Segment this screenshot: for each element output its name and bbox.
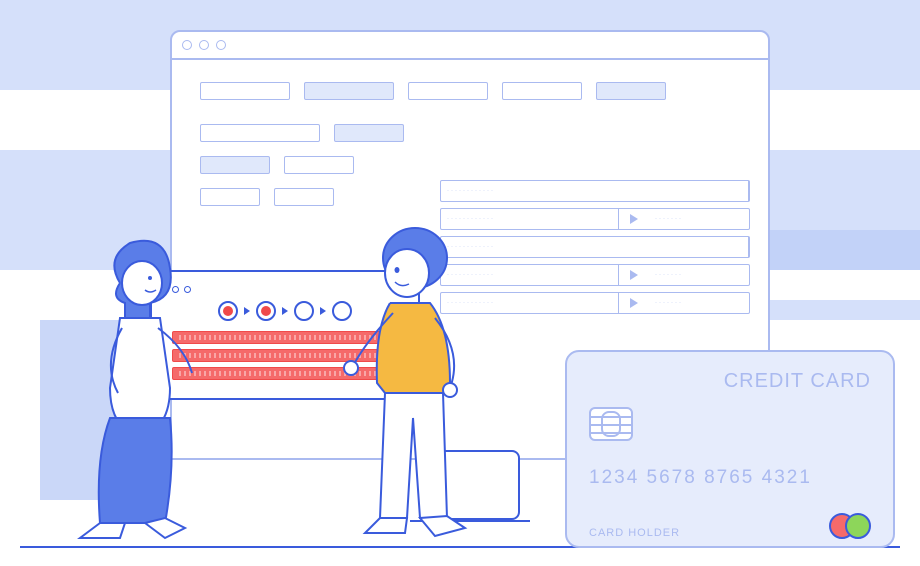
credit-card: CREDIT CARD 1234 5678 8765 4321 CARD HOL… bbox=[565, 350, 895, 548]
traffic-light-icon bbox=[216, 40, 226, 50]
play-icon bbox=[619, 214, 649, 224]
step-circle bbox=[294, 301, 314, 321]
traffic-light-icon bbox=[199, 40, 209, 50]
traffic-light-icon bbox=[182, 40, 192, 50]
chevron-right-icon bbox=[282, 307, 288, 315]
card-brand-icon bbox=[829, 513, 871, 539]
bg-shape bbox=[760, 230, 920, 270]
play-icon bbox=[619, 270, 649, 280]
step-circle bbox=[218, 301, 238, 321]
person-illustration bbox=[335, 218, 495, 548]
person-illustration bbox=[70, 228, 210, 548]
step-circle bbox=[256, 301, 276, 321]
card-title: CREDIT CARD bbox=[589, 370, 871, 393]
card-holder-label: CARD HOLDER bbox=[589, 527, 680, 539]
browser-titlebar bbox=[172, 32, 768, 60]
form-row: ············ bbox=[440, 180, 750, 202]
card-number: 1234 5678 8765 4321 bbox=[589, 467, 871, 489]
play-icon bbox=[619, 298, 649, 308]
chip-icon bbox=[589, 407, 633, 441]
chevron-right-icon bbox=[320, 307, 326, 315]
chevron-right-icon bbox=[244, 307, 250, 315]
